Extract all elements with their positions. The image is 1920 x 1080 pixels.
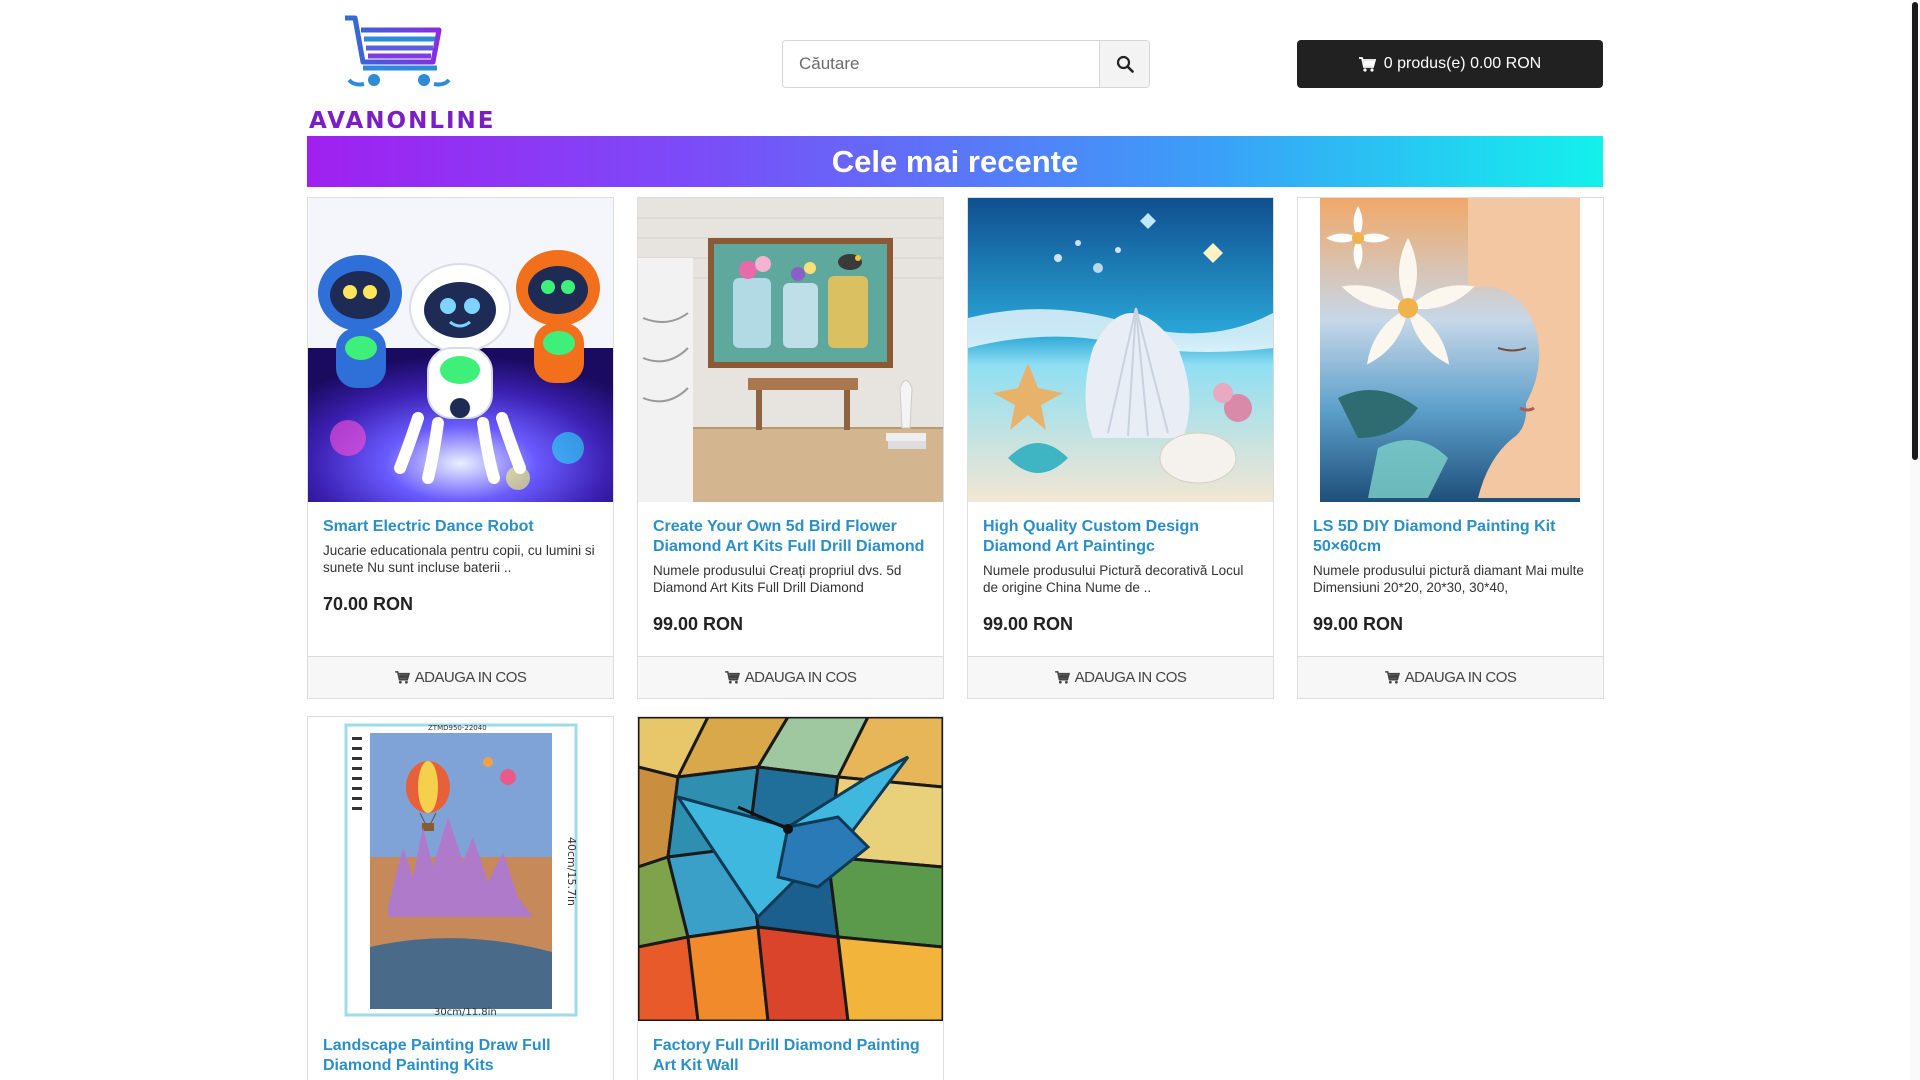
cart-label: 0 produs(e) 0.00 RON <box>1383 55 1542 72</box>
add-to-cart-label: ADAUGA IN COS <box>1404 669 1517 686</box>
image-top-label: ZTMD950-22040 <box>428 724 487 732</box>
product-title[interactable]: LS 5D DIY Diamond Painting Kit 50×60cm <box>1313 517 1588 557</box>
cart-icon <box>1384 671 1400 684</box>
product-title[interactable]: Factory Full Drill Diamond Painting Art … <box>653 1036 928 1076</box>
product-price: 99.00 RON <box>1313 614 1404 634</box>
logo-text: AVANONLINE <box>309 108 496 134</box>
product-image[interactable]: 40cm/15.7in 30cm/11.8in ZTMD950-22040 <box>308 717 613 1021</box>
image-side-label: 40cm/15.7in <box>565 837 578 906</box>
cart-button[interactable]: 0 produs(e) 0.00 RON <box>1297 40 1603 88</box>
product-card: Create Your Own 5d Bird Flower Diamond A… <box>637 197 944 699</box>
product-image[interactable] <box>638 717 943 1021</box>
product-description: Numele produsului pictură diamant Mai mu… <box>1313 563 1584 595</box>
product-price: 99.00 RON <box>983 614 1074 634</box>
page-container: AVANONLINE 0 produs(e) 0.00 RON Cele mai… <box>307 0 1604 1080</box>
site-logo[interactable]: AVANONLINE <box>309 12 494 134</box>
product-image[interactable] <box>308 198 613 502</box>
add-to-cart-button[interactable]: ADAUGA IN COS <box>968 656 1273 698</box>
product-image[interactable] <box>638 198 943 502</box>
add-to-cart-button[interactable]: ADAUGA IN COS <box>308 656 613 698</box>
add-to-cart-button[interactable]: ADAUGA IN COS <box>1298 656 1603 698</box>
add-to-cart-label: ADAUGA IN COS <box>414 669 527 686</box>
search-bar <box>782 40 1150 88</box>
add-to-cart-button[interactable]: ADAUGA IN COS <box>638 656 943 698</box>
add-to-cart-label: ADAUGA IN COS <box>1074 669 1187 686</box>
add-to-cart-label: ADAUGA IN COS <box>744 669 857 686</box>
product-description: Numele produsului Pictură decorativă Loc… <box>983 563 1244 595</box>
product-title[interactable]: Smart Electric Dance Robot <box>323 517 598 537</box>
cart-icon <box>1054 671 1070 684</box>
product-card: High Quality Custom Design Diamond Art P… <box>967 197 1274 699</box>
product-price: 70.00 RON <box>323 594 414 614</box>
product-description: Jucarie educationala pentru copii, cu lu… <box>323 543 595 575</box>
search-icon <box>1116 55 1134 73</box>
image-bottom-label: 30cm/11.8in <box>434 1007 497 1018</box>
product-title[interactable]: Create Your Own 5d Bird Flower Diamond A… <box>653 517 928 557</box>
section-title: Cele mai recente <box>831 143 1079 179</box>
product-card: Smart Electric Dance Robot Jucarie educa… <box>307 197 614 699</box>
page-scrollbar[interactable] <box>1910 0 1920 1080</box>
product-price: 99.00 RON <box>653 614 744 634</box>
product-title[interactable]: Landscape Painting Draw Full Diamond Pai… <box>323 1036 598 1076</box>
product-card: Factory Full Drill Diamond Painting Art … <box>637 716 944 1080</box>
cart-icon <box>394 671 410 684</box>
scrollbar-thumb[interactable] <box>1912 2 1918 460</box>
cart-icon <box>724 671 740 684</box>
product-card: 40cm/15.7in 30cm/11.8in ZTMD950-22040 La… <box>307 716 614 1080</box>
product-description: Numele produsului Creați propriul dvs. 5… <box>653 563 902 595</box>
search-input[interactable] <box>783 41 1099 87</box>
cart-icon <box>1358 56 1376 72</box>
search-button[interactable] <box>1099 41 1149 87</box>
product-title[interactable]: High Quality Custom Design Diamond Art P… <box>983 517 1258 557</box>
product-card: LS 5D DIY Diamond Painting Kit 50×60cm N… <box>1297 197 1604 699</box>
shopping-cart-logo-icon <box>345 15 451 87</box>
product-image[interactable] <box>1298 198 1603 502</box>
section-banner: Cele mai recente <box>307 136 1603 187</box>
product-image[interactable] <box>968 198 1273 502</box>
